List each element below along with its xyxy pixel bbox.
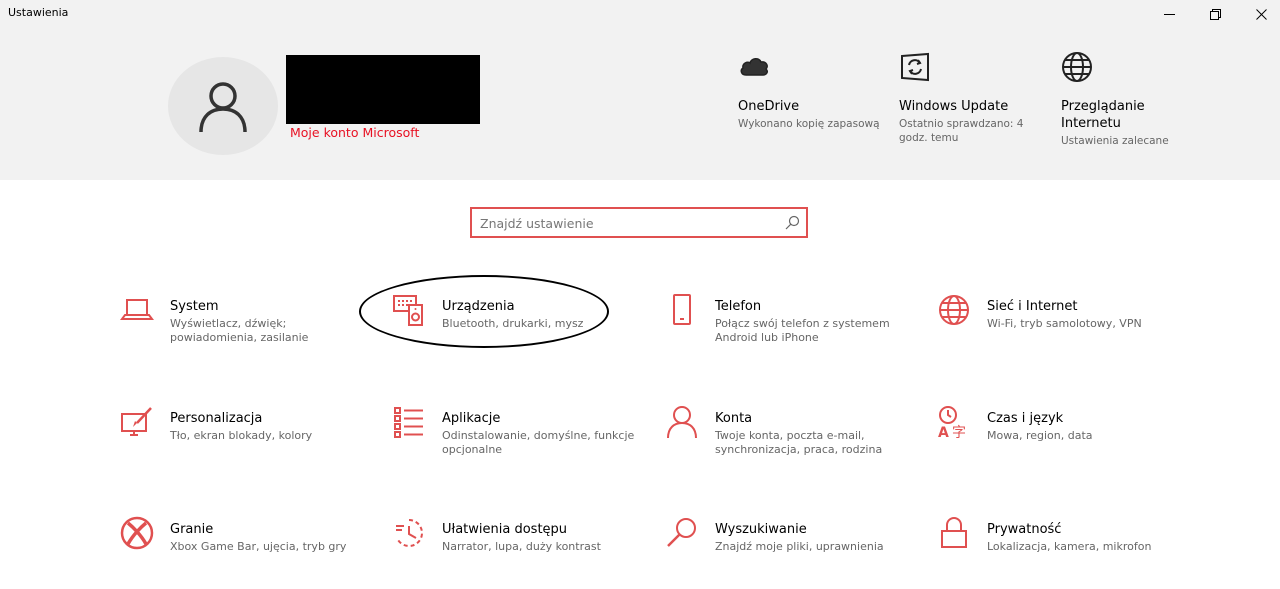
- search-icon: [667, 518, 696, 547]
- xbox-icon: [120, 516, 154, 550]
- tile-name: Ułatwienia dostępu: [442, 522, 568, 537]
- lock-icon: [941, 517, 967, 548]
- tile-description: Tło, ekran blokady, kolory: [170, 429, 313, 442]
- tile-devices[interactable]: Urządzenia Bluetooth, drukarki, mysz: [390, 293, 650, 363]
- minimize-icon: [1163, 13, 1175, 15]
- tile-name: Aplikacje: [442, 411, 501, 426]
- user-icon: [199, 82, 247, 133]
- redacted-account-name: [286, 55, 480, 124]
- tile-name: Czas i język: [987, 411, 1064, 426]
- close-button[interactable]: [1238, 0, 1280, 28]
- update-icon: [901, 52, 929, 82]
- quick-onedrive[interactable]: OneDrive Wykonano kopię zapasową: [738, 50, 888, 131]
- tile-description: Odinstalowanie, domyślne, funkcje opcjon…: [442, 429, 635, 456]
- tile-description: Xbox Game Bar, ujęcia, tryb gry: [170, 540, 347, 553]
- tile-apps[interactable]: Aplikacje Odinstalowanie, domyślne, funk…: [390, 405, 650, 475]
- tile-network[interactable]: Sieć i Internet Wi-Fi, tryb samolotowy, …: [935, 293, 1195, 363]
- tile-name: Granie: [170, 522, 214, 537]
- tile-name: Prywatność: [987, 522, 1062, 537]
- person-icon: [667, 406, 697, 439]
- update-status: Ostatnio sprawdzano: 4 godz. temu: [899, 118, 1024, 144]
- tile-description: Znajdź moje pliki, uprawnienia: [715, 540, 884, 553]
- apps-list-icon: [394, 407, 423, 438]
- search-box[interactable]: [470, 207, 808, 238]
- tile-time-language[interactable]: A 字 Czas i język Mowa, region, data: [935, 405, 1195, 475]
- tile-name: Urządzenia: [442, 299, 515, 314]
- language-icon: A 字: [938, 406, 966, 439]
- onedrive-title: OneDrive: [738, 99, 800, 114]
- tile-description: Bluetooth, drukarki, mysz: [442, 317, 584, 330]
- globe-icon: [1062, 52, 1092, 82]
- restore-button[interactable]: [1192, 0, 1238, 28]
- tile-personalization[interactable]: Personalizacja Tło, ekran blokady, kolor…: [118, 405, 378, 475]
- quick-browsing[interactable]: Przeglądanie Internetu Ustawienia zaleca…: [1061, 50, 1191, 148]
- tile-name: Personalizacja: [170, 411, 263, 426]
- minimize-button[interactable]: [1146, 0, 1192, 28]
- tile-search[interactable]: Wyszukiwanie Znajdź moje pliki, uprawnie…: [663, 516, 923, 586]
- update-title: Windows Update: [899, 99, 1009, 114]
- tile-phone[interactable]: Telefon Połącz swój telefon z systemem A…: [663, 293, 923, 363]
- browsing-status: Ustawienia zalecane: [1061, 135, 1169, 147]
- tile-privacy[interactable]: Prywatność Lokalizacja, kamera, mikrofon: [935, 516, 1195, 586]
- onedrive-status: Wykonano kopię zapasową: [738, 118, 880, 130]
- title-bar: Ustawienia: [0, 0, 1280, 30]
- cloud-icon: [740, 58, 768, 76]
- tile-name: Sieć i Internet: [987, 299, 1078, 314]
- tile-name: Wyszukiwanie: [715, 522, 807, 537]
- svg-text:A: A: [938, 425, 949, 439]
- avatar[interactable]: [168, 57, 278, 155]
- tile-ease-of-access[interactable]: Ułatwienia dostępu Narrator, lupa, duży …: [390, 516, 650, 586]
- microsoft-account-link[interactable]: Moje konto Microsoft: [290, 125, 419, 140]
- tile-name: Telefon: [715, 299, 762, 314]
- tile-description: Lokalizacja, kamera, mikrofon: [987, 540, 1152, 553]
- globe-icon: [939, 295, 969, 325]
- ease-of-access-icon: [396, 519, 423, 547]
- tile-description: Twoje konta, poczta e-mail, synchronizac…: [715, 429, 883, 456]
- tile-description: Połącz swój telefon z systemem Android l…: [715, 317, 890, 344]
- tile-description: Mowa, region, data: [987, 429, 1093, 442]
- tile-system[interactable]: System Wyświetlacz, dźwięk; powiadomieni…: [118, 293, 378, 363]
- phone-icon: [673, 294, 691, 325]
- browsing-title: Przeglądanie Internetu: [1061, 99, 1145, 131]
- search-icon[interactable]: [785, 215, 800, 230]
- restore-icon: [1209, 8, 1221, 20]
- window-title: Ustawienia: [8, 6, 69, 19]
- tile-accounts[interactable]: Konta Twoje konta, poczta e-mail, synchr…: [663, 405, 923, 475]
- tile-description: Wyświetlacz, dźwięk; powiadomienia, zasi…: [170, 317, 309, 344]
- tile-description: Wi-Fi, tryb samolotowy, VPN: [987, 317, 1142, 330]
- laptop-icon: [120, 299, 154, 320]
- tile-gaming[interactable]: Granie Xbox Game Bar, ujęcia, tryb gry: [118, 516, 378, 586]
- tile-description: Narrator, lupa, duży kontrast: [442, 540, 601, 553]
- tile-name: System: [170, 299, 219, 314]
- close-icon: [1255, 8, 1267, 20]
- devices-icon: [393, 295, 423, 326]
- svg-text:字: 字: [952, 425, 966, 439]
- quick-windows-update[interactable]: Windows Update Ostatnio sprawdzano: 4 go…: [899, 50, 1049, 145]
- account-header: Moje konto Microsoft OneDrive Wykonano k…: [0, 30, 1280, 180]
- tile-name: Konta: [715, 411, 753, 426]
- paintbrush-icon: [121, 407, 152, 436]
- search-input[interactable]: [480, 213, 780, 233]
